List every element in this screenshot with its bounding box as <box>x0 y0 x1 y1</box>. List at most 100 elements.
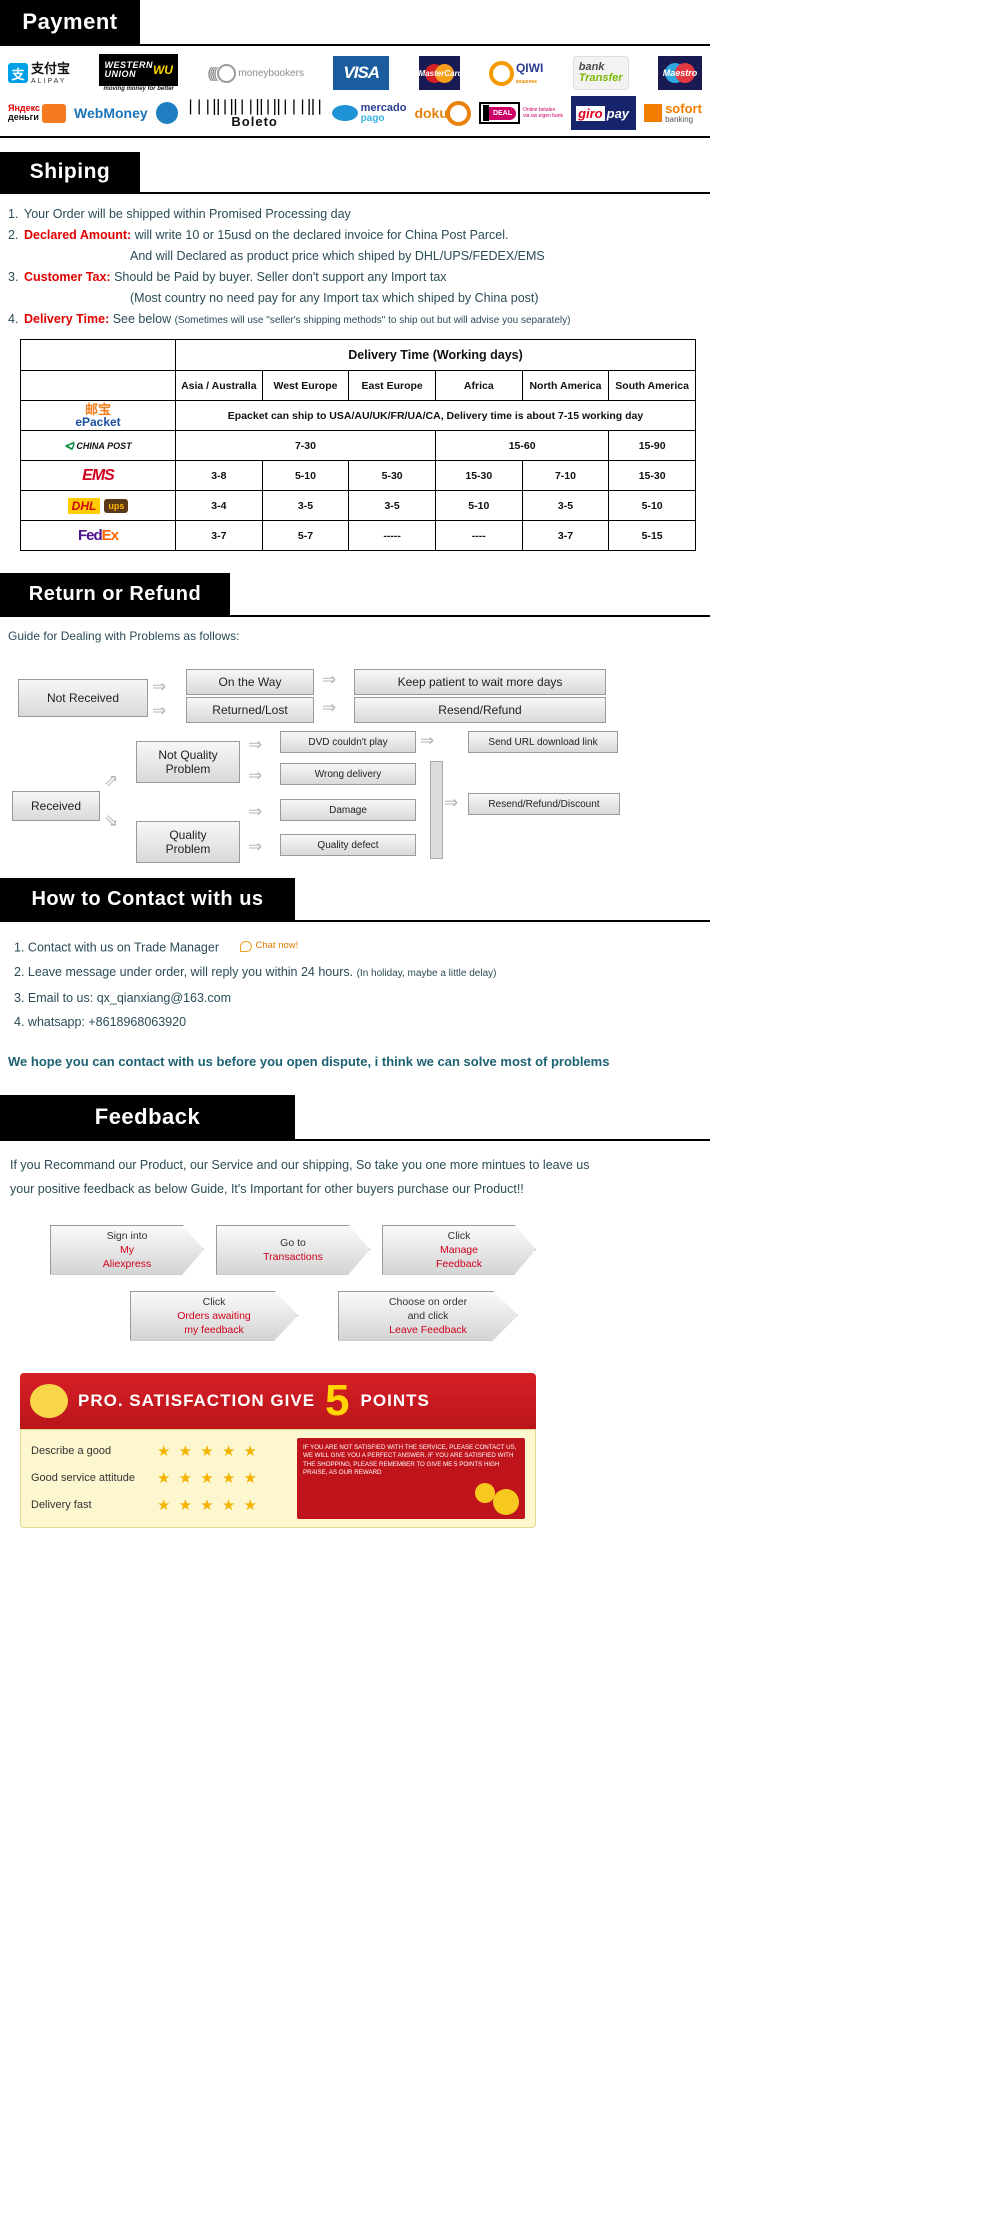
fedex-part1: Fed <box>77 527 103 544</box>
node-not-received: Not Received <box>18 679 148 717</box>
moneybookers-arcs: (((( <box>207 64 218 82</box>
dhl-label: DHL <box>67 497 101 514</box>
cell-value: 15-30 <box>608 460 696 491</box>
table-corner-cell <box>20 339 176 371</box>
step-choose-order-leave-feedback: Choose on order and click Leave Feedback <box>338 1290 518 1341</box>
step4-line3: my feedback <box>184 1323 244 1336</box>
delivery-time-table: Delivery Time (Working days) Asia / Aust… <box>20 339 696 551</box>
shipping-policy-list: 1. Your Order will be shipped within Prom… <box>0 204 710 331</box>
qiwi-sub: кошелек <box>515 79 537 85</box>
node-dvd-couldnt-play: DVD couldn't play <box>280 731 416 753</box>
ems-label: EMS <box>82 466 115 484</box>
boleto-label: Boleto <box>231 113 278 128</box>
cell-value: 3-7 <box>175 520 263 551</box>
table-row: 邮宝 ePacket Epacket can ship to USA/AU/UK… <box>20 400 696 431</box>
cell-value: 15-60 <box>434 430 610 461</box>
mercado-line2: pago <box>360 112 385 124</box>
arrow-icon: ⇒ <box>322 698 337 717</box>
contact-item: 2. Leave message under order, will reply… <box>0 960 710 986</box>
not-quality-line2: Problem <box>165 762 211 776</box>
policy-item: 2. Declared Amount: will write 10 or 15us… <box>0 225 710 246</box>
policy-item: 1. Your Order will be shipped within Prom… <box>0 204 710 225</box>
arrow-icon: ⇒ <box>152 677 167 696</box>
arrow-icon: ⇒ <box>248 837 263 856</box>
payment-logo-row-2: Яндекс деньги WebMoney |||‖|‖||‖|‖|||‖| … <box>0 94 710 132</box>
smiley-icon <box>493 1488 519 1515</box>
cell-value: 5-30 <box>348 460 436 491</box>
cell-value: 7-10 <box>521 460 610 491</box>
step4-line2: Orders awaiting <box>177 1309 251 1322</box>
policy-text: will write 10 or 15usd on the declared i… <box>134 228 509 242</box>
table-row: DHL ups 3-4 3-5 3-5 5-10 3-5 5-10 <box>20 490 696 521</box>
feedback-title: Feedback <box>0 1094 295 1139</box>
feedback-body: If you Recommand our Product, our Servic… <box>0 1138 710 1534</box>
alipay-en-label: ALIPAY <box>31 77 67 85</box>
contact-email-text[interactable]: Email to us: qx_qianxiang@163.com <box>28 991 231 1005</box>
red-note-text: IF YOU ARE NOT SATISFIED WITH THE SERVIC… <box>303 1443 517 1477</box>
policy-text: Your Order will be shipped within Promis… <box>24 207 351 221</box>
region-header: West Europe <box>261 370 350 401</box>
cell-value: 3-5 <box>521 490 610 521</box>
bank-transfer-icon: bank Transfer <box>572 56 629 90</box>
chat-bubble-icon <box>240 940 253 952</box>
arrow-icon: ⇒ <box>152 701 167 720</box>
step4-line1: Click <box>202 1295 226 1308</box>
contact-whatsapp-text[interactable]: whatsapp: +8618968063920 <box>28 1015 186 1029</box>
node-wrong-delivery: Wrong delivery <box>280 763 416 785</box>
mercado-pago-icon: mercado pago <box>331 99 407 127</box>
step1-line2: My <box>120 1243 134 1256</box>
region-header: South America <box>608 370 696 401</box>
epacket-note: Epacket can ship to USA/AU/UK/FR/UA/CA, … <box>175 400 696 431</box>
table-row: ⪦ CHINA POST 7-30 15-60 15-90 <box>20 430 696 461</box>
policy-text: (Most country no need pay for any Import… <box>130 291 539 305</box>
rating-row: Describe a good ★ ★ ★ ★ ★ <box>31 1438 289 1465</box>
cell-value: 3-5 <box>261 490 350 521</box>
return-guide-title: Guide for Dealing with Problems as follo… <box>8 629 240 643</box>
cell-value: 5-10 <box>434 490 523 521</box>
contact-note: (In holiday, maybe a little delay) <box>356 967 497 979</box>
table-region-row: Asia / Australla West Europe East Europe… <box>20 370 696 401</box>
step-sign-into-my-aliexpress: Sign into My Aliexpress <box>50 1224 204 1275</box>
alipay-cn-label: 支付宝 <box>31 60 71 76</box>
carrier-epacket-icon: 邮宝 ePacket <box>20 400 176 431</box>
not-quality-line1: Not Quality <box>158 748 218 762</box>
moneybookers-icon: (((( moneybookers <box>207 59 304 87</box>
contact-hope-message: We hope you can contact with us before y… <box>8 1053 610 1069</box>
giro-part1: giro <box>576 105 605 121</box>
sofort-label: sofort <box>665 101 702 116</box>
region-header: North America <box>521 370 610 401</box>
step3-line2: Manage <box>440 1243 478 1256</box>
china-post-mark: ⪦ <box>64 436 74 454</box>
policy-number: 2. <box>8 228 19 242</box>
return-section-header: Return or Refund <box>0 573 710 615</box>
rating-stars[interactable]: ★ ★ ★ ★ ★ <box>157 1442 259 1460</box>
node-resend-refund: Resend/Refund <box>354 697 606 723</box>
bank-line2: Transfer <box>578 72 623 84</box>
sofort-square <box>644 104 663 122</box>
region-header: Asia / Australla <box>175 370 263 401</box>
qiwi-label: QIWI <box>515 61 544 75</box>
cell-value: 15-90 <box>608 430 696 461</box>
carrier-dhl-ups-icon: DHL ups <box>20 490 176 521</box>
contact-number: 4. <box>14 1014 25 1029</box>
visa-icon: VISA <box>333 56 390 90</box>
node-not-quality-problem: Not Quality Problem <box>136 741 240 783</box>
contact-item: 4. whatsapp: +8618968063920 <box>0 1010 710 1034</box>
rating-stars[interactable]: ★ ★ ★ ★ ★ <box>157 1496 259 1514</box>
giro-part2: pay <box>606 105 630 121</box>
boleto-icon: |||‖|‖||‖|‖|||‖| Boleto <box>186 99 324 127</box>
node-quality-problem: Quality Problem <box>136 821 240 863</box>
arrow-icon: ⇒ <box>322 670 337 689</box>
ideal-label: DEAL <box>488 106 516 120</box>
fedex-part2: Ex <box>101 527 119 544</box>
alipay-mark: 支 <box>8 63 28 83</box>
china-post-label: CHINA POST <box>76 440 132 451</box>
chat-now-button[interactable]: Chat now! <box>240 934 298 958</box>
shipping-title: Shiping <box>0 152 140 192</box>
cell-value: 5-10 <box>608 490 696 521</box>
carrier-fedex-icon: FedEx <box>20 520 176 551</box>
policy-number: 3. <box>8 270 19 284</box>
rating-stars[interactable]: ★ ★ ★ ★ ★ <box>157 1469 259 1487</box>
cell-value: 15-30 <box>434 460 523 491</box>
sofort-sub: banking <box>665 115 694 124</box>
